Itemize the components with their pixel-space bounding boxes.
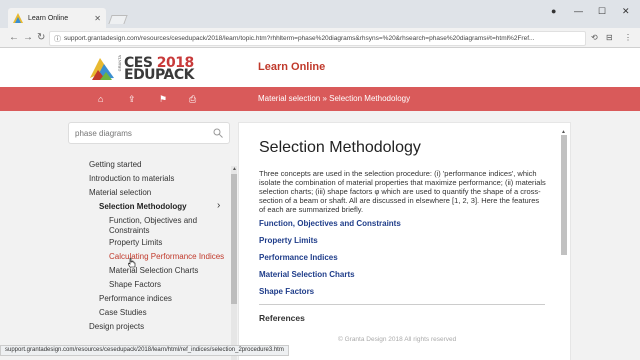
link-selection-charts[interactable]: Material Selection Charts [259, 270, 355, 279]
nav-item-calculating-indices[interactable]: Calculating Performance Indices [109, 252, 224, 261]
breadcrumb: Material selection » Selection Methodolo… [258, 94, 411, 103]
link-function-objectives[interactable]: Function, Objectives and Constraints [259, 219, 401, 228]
page-title: Selection Methodology [259, 139, 421, 156]
web-page: GRANTA CES 2018 EDUPACK Learn Online ⌂ ⇪… [0, 48, 640, 360]
scroll-up-icon[interactable]: ▲ [232, 166, 237, 172]
browser-tab[interactable]: Learn Online ✕ [8, 8, 106, 28]
sidebar: Getting started Introduction to material… [60, 118, 238, 360]
menu-icon[interactable]: ⋮ [624, 33, 632, 42]
logo-brand: GRANTA [117, 55, 122, 72]
nav-toolbar: ⌂ ⇪ ⚑ ⎙ Material selection » Selection M… [0, 87, 640, 111]
tab-close-icon[interactable]: ✕ [94, 14, 101, 23]
logo-line2: EDUPACK [124, 67, 195, 83]
link-shape-factors[interactable]: Shape Factors [259, 287, 314, 296]
content-scroll-thumb[interactable] [561, 135, 567, 255]
browser-toolbar: ← → ↻ ⓘ support.grantadesign.com/resourc… [0, 28, 640, 48]
nav-item-property-limits[interactable]: Property Limits [109, 238, 162, 247]
site-header: GRANTA CES 2018 EDUPACK Learn Online [0, 48, 640, 87]
maximize-icon[interactable]: ☐ [598, 6, 606, 17]
logo-emblem-icon [90, 58, 114, 80]
sidebar-scroll-thumb[interactable] [231, 174, 237, 304]
home-icon[interactable]: ⌂ [98, 94, 103, 104]
chevron-right-icon[interactable]: › [217, 200, 220, 211]
nav-item-material-selection[interactable]: Material selection [89, 188, 151, 197]
back-icon[interactable]: ← [9, 32, 19, 43]
nav-item-introduction[interactable]: Introduction to materials [89, 174, 174, 183]
share-icon[interactable]: ⇪ [128, 94, 136, 105]
reload-icon[interactable]: ↻ [37, 32, 45, 43]
search-icon[interactable] [213, 128, 223, 138]
bookmark-icon[interactable]: ⚑ [159, 94, 167, 105]
link-property-limits[interactable]: Property Limits [259, 236, 318, 245]
content-panel: Selection Methodology Three concepts are… [238, 122, 571, 360]
new-tab-button[interactable] [108, 15, 128, 24]
hand-cursor-icon [128, 258, 136, 268]
status-bar-url: support.grantadesign.com/resources/cesed… [0, 345, 289, 356]
search-input[interactable] [75, 128, 210, 138]
granta-favicon-icon [13, 13, 23, 23]
extension-icon[interactable]: ⟲ [591, 33, 598, 42]
site-title: Learn Online [258, 61, 326, 73]
link-performance-indices[interactable]: Performance Indices [259, 253, 338, 262]
nav-item-selection-charts[interactable]: Material Selection Charts [109, 266, 198, 275]
sidebar-scrollbar[interactable]: ▲ ▼ [231, 166, 237, 360]
profile-icon[interactable]: ● [551, 6, 556, 16]
info-icon[interactable]: ⓘ [54, 34, 61, 44]
search-box[interactable] [68, 122, 230, 144]
print-icon[interactable]: ⎙ [189, 94, 196, 105]
nav-item-case-studies[interactable]: Case Studies [99, 308, 147, 317]
ces-edupack-logo[interactable]: GRANTA CES 2018 EDUPACK [88, 53, 208, 83]
intro-paragraph: Three concepts are used in the selection… [259, 169, 546, 214]
nav-item-getting-started[interactable]: Getting started [89, 160, 141, 169]
nav-item-function-objectives[interactable]: Function, Objectives and Constraints [109, 216, 209, 236]
tab-title: Learn Online [28, 14, 69, 22]
content-scrollbar[interactable]: ▲ ▼ [561, 129, 567, 360]
nav-item-selection-methodology[interactable]: Selection Methodology [99, 202, 187, 211]
forward-icon[interactable]: → [23, 32, 33, 43]
nav-item-design-projects[interactable]: Design projects [89, 322, 144, 331]
extension2-icon[interactable]: ⊟ [606, 33, 613, 42]
url-text[interactable]: support.grantadesign.com/resources/cesed… [64, 35, 534, 42]
nav-item-shape-factors[interactable]: Shape Factors [109, 280, 161, 289]
close-window-icon[interactable]: ✕ [622, 6, 630, 17]
browser-tab-strip: Learn Online ✕ ● — ☐ ✕ [0, 0, 640, 28]
address-bar[interactable]: ⓘ support.grantadesign.com/resources/ces… [49, 31, 586, 46]
nav-item-performance-indices[interactable]: Performance indices [99, 294, 172, 303]
references-heading: References [259, 313, 305, 323]
divider [259, 304, 545, 305]
minimize-icon[interactable]: — [574, 6, 583, 16]
copyright-footer: © Granta Design 2018 All rights reserved [338, 336, 457, 343]
